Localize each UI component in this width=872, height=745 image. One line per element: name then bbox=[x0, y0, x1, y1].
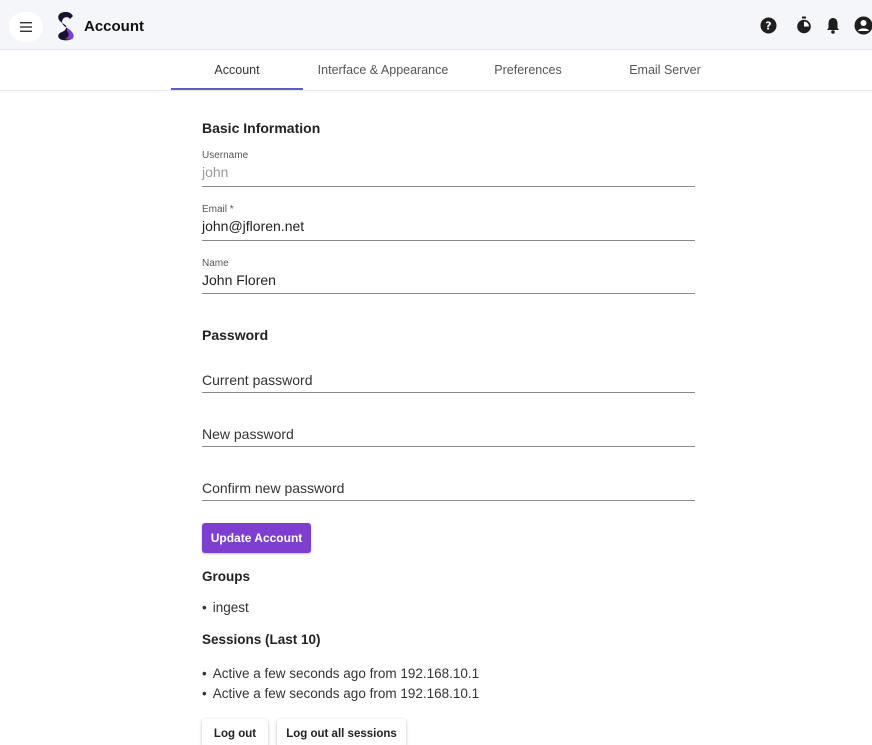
tab-account[interactable]: Account bbox=[171, 50, 303, 91]
basic-information-heading: Basic Information bbox=[202, 120, 321, 136]
username-label: Username bbox=[202, 150, 249, 161]
name-value[interactable]: John Floren bbox=[202, 272, 695, 288]
password-heading: Password bbox=[202, 327, 269, 343]
tab-interface-appearance[interactable]: Interface & Appearance bbox=[303, 50, 463, 91]
email-label: Email * bbox=[202, 204, 234, 215]
page-title: Account bbox=[84, 18, 144, 35]
update-account-button[interactable]: Update Account bbox=[202, 523, 311, 553]
menu-button[interactable] bbox=[9, 12, 43, 42]
username-field: Username john bbox=[202, 150, 695, 187]
logout-all-sessions-button[interactable]: Log out all sessions bbox=[277, 719, 406, 745]
account-button[interactable] bbox=[853, 15, 872, 35]
active-tab-indicator bbox=[171, 88, 303, 90]
tab-preferences[interactable]: Preferences bbox=[463, 50, 593, 91]
notifications-button[interactable] bbox=[823, 15, 843, 35]
new-password-input[interactable]: New password bbox=[202, 426, 695, 447]
list-item: ingest bbox=[202, 598, 249, 618]
svg-text:?: ? bbox=[765, 19, 771, 32]
groups-heading: Groups bbox=[202, 569, 251, 584]
current-password-input[interactable]: Current password bbox=[202, 372, 695, 393]
sessions-list: Active a few seconds ago from 192.168.10… bbox=[202, 664, 479, 704]
help-button[interactable]: ? bbox=[758, 15, 778, 35]
email-field[interactable]: Email * john@jfloren.net bbox=[202, 204, 695, 241]
confirm-password-input[interactable]: Confirm new password bbox=[202, 480, 695, 501]
list-item: Active a few seconds ago from 192.168.10… bbox=[202, 664, 479, 684]
tab-email-server[interactable]: Email Server bbox=[593, 50, 737, 91]
app-logo-icon[interactable] bbox=[53, 10, 79, 42]
name-label: Name bbox=[202, 258, 229, 269]
settings-tabs: Account Interface & Appearance Preferenc… bbox=[0, 50, 872, 91]
hamburger-menu-icon bbox=[20, 22, 32, 32]
list-item: Active a few seconds ago from 192.168.10… bbox=[202, 684, 479, 704]
username-value: john bbox=[202, 164, 229, 180]
account-icon bbox=[854, 16, 872, 34]
timer-icon bbox=[797, 16, 811, 34]
help-icon: ? bbox=[760, 17, 776, 33]
name-field[interactable]: Name John Floren bbox=[202, 258, 695, 294]
email-value[interactable]: john@jfloren.net bbox=[202, 218, 695, 234]
timer-button[interactable] bbox=[794, 15, 814, 35]
groups-list: ingest bbox=[202, 598, 249, 618]
app-bar: Account ? bbox=[0, 0, 872, 50]
bell-icon bbox=[827, 17, 839, 34]
logout-button[interactable]: Log out bbox=[202, 719, 268, 745]
sessions-heading: Sessions (Last 10) bbox=[202, 632, 321, 647]
